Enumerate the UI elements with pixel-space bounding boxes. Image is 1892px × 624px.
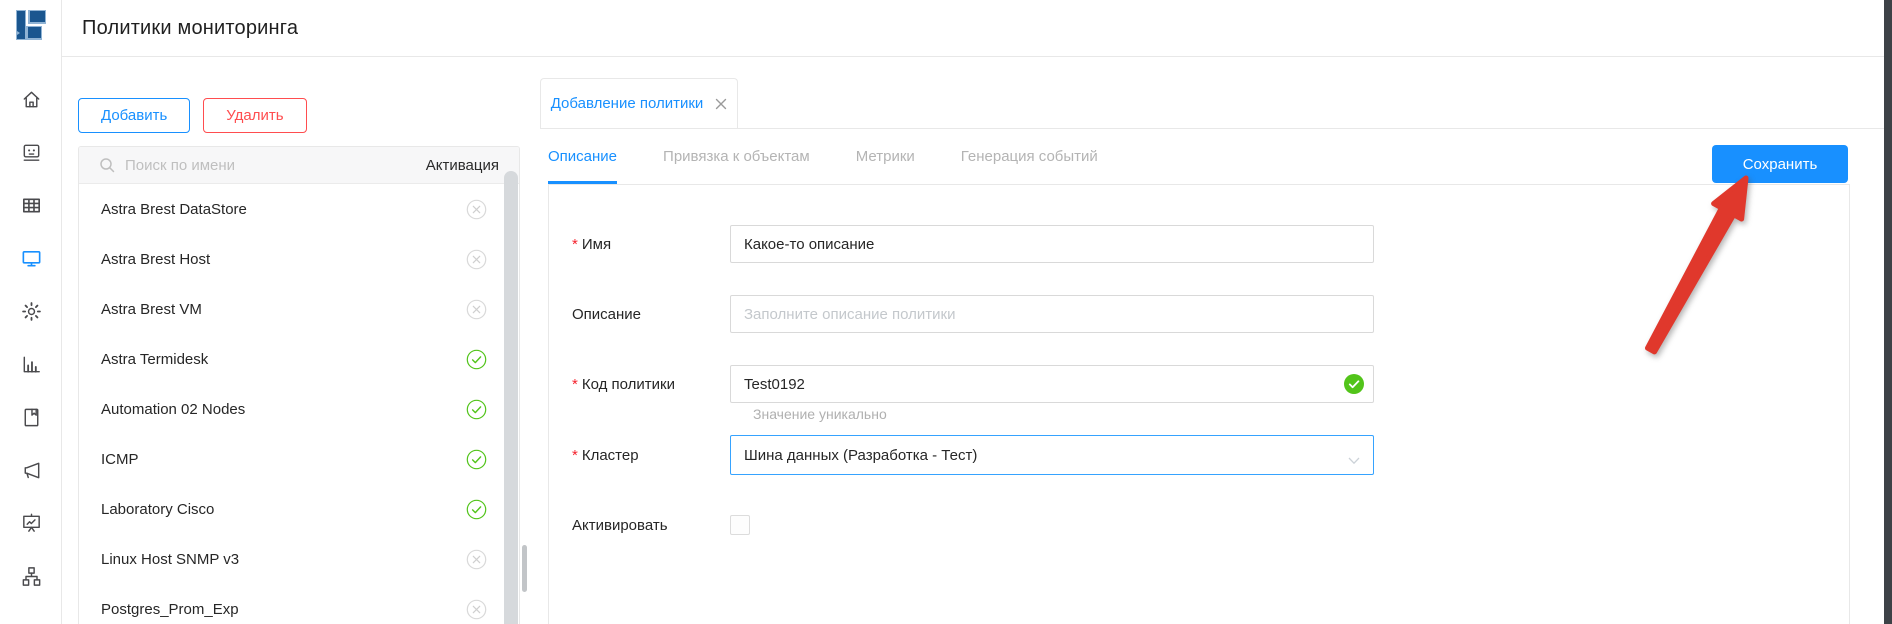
- form-row-description: Описание: [572, 295, 1374, 333]
- sidebar-nav: [0, 88, 62, 588]
- policy-row[interactable]: Astra Brest DataStore: [79, 184, 519, 234]
- policy-row[interactable]: Astra Brest VM: [79, 284, 519, 334]
- app-screen: Политики мониторинга Добавить Удалить Ак…: [0, 0, 1892, 624]
- form-row-code: * Код политики: [572, 365, 1374, 403]
- cluster-select[interactable]: Шина данных (Разработка - Тест): [730, 435, 1374, 475]
- status-active-icon[interactable]: [466, 499, 487, 520]
- policies-panel: Добавить Удалить Активация Astra Brest D…: [78, 90, 520, 624]
- page-title: Политики мониторинга: [82, 16, 299, 39]
- status-active-icon[interactable]: [466, 449, 487, 470]
- name-label: * Имя: [572, 235, 612, 253]
- home-icon[interactable]: [20, 88, 43, 111]
- tab-add-policy-label: Добавление политики: [550, 95, 704, 112]
- policy-name: Laboratory Cisco: [101, 500, 215, 518]
- cluster-select-value: Шина данных (Разработка - Тест): [744, 446, 978, 464]
- policy-name: Automation 02 Nodes: [101, 400, 246, 418]
- form-row-cluster: * Кластер Шина данных (Разработка - Тест): [572, 435, 1374, 475]
- announcements-megaphone-icon[interactable]: [20, 459, 43, 482]
- cluster-label: * Кластер: [572, 446, 639, 464]
- code-helper-text: Значение уникально: [753, 406, 887, 422]
- bar-chart-icon[interactable]: [20, 353, 43, 376]
- status-inactive-icon[interactable]: [466, 249, 487, 270]
- presentation-chart-icon[interactable]: [20, 512, 43, 535]
- status-active-icon[interactable]: [466, 399, 487, 420]
- save-button[interactable]: Сохранить: [1712, 145, 1848, 183]
- delete-button[interactable]: Удалить: [203, 98, 307, 133]
- valid-check-icon: [1344, 374, 1364, 394]
- policy-name: Astra Brest VM: [101, 300, 202, 318]
- policy-row[interactable]: Automation 02 Nodes: [79, 384, 519, 434]
- policy-name: Astra Brest DataStore: [101, 200, 247, 218]
- policy-row[interactable]: Astra Brest Host: [79, 234, 519, 284]
- form-row-name: * Имя: [572, 225, 1374, 263]
- tab-add-policy[interactable]: Добавление политики: [540, 78, 738, 128]
- add-button[interactable]: Добавить: [78, 98, 191, 133]
- policy-row[interactable]: ICMP: [79, 434, 519, 484]
- settings-gear-icon[interactable]: [20, 300, 43, 323]
- status-inactive-icon[interactable]: [466, 199, 487, 220]
- required-asterisk: *: [572, 446, 578, 464]
- console-face-icon[interactable]: [20, 141, 43, 164]
- required-asterisk: *: [572, 375, 578, 393]
- code-label: * Код политики: [572, 375, 675, 393]
- status-active-icon[interactable]: [466, 349, 487, 370]
- search-input[interactable]: [125, 156, 335, 174]
- activate-checkbox[interactable]: [730, 515, 750, 535]
- status-inactive-icon[interactable]: [466, 599, 487, 620]
- subtabs: Описание Привязка к объектам Метрики Генера…: [548, 129, 1098, 184]
- status-inactive-icon[interactable]: [466, 549, 487, 570]
- search-icon: [99, 157, 115, 173]
- description-form-card: *Имя Описание *Код политики: [548, 184, 1850, 624]
- policy-name: Linux Host SNMP v3: [101, 550, 240, 568]
- name-field[interactable]: [730, 225, 1374, 263]
- policy-list-rows: Astra Brest DataStore Astra Brest Host Ast…: [79, 184, 519, 624]
- policy-row[interactable]: Postgres_Prom_Exp: [79, 584, 519, 624]
- icon-sidebar: [0, 0, 62, 624]
- close-tab-icon[interactable]: [715, 98, 727, 110]
- list-header-row: Активация: [79, 147, 519, 184]
- activation-column-header: Активация: [425, 156, 499, 174]
- activate-label: Активировать: [572, 516, 668, 534]
- required-asterisk: *: [572, 235, 578, 253]
- policy-name: Astra Brest Host: [101, 250, 211, 268]
- app-header: Политики мониторинга: [62, 0, 1884, 57]
- monitors-icon[interactable]: [20, 247, 43, 270]
- policy-name: Postgres_Prom_Exp: [101, 600, 239, 618]
- topology-sitemap-icon[interactable]: [20, 565, 43, 588]
- subtab-3[interactable]: Метрики: [856, 129, 915, 184]
- policy-row[interactable]: Laboratory Cisco: [79, 484, 519, 534]
- main-area: Добавление политики Описание Привязка к о…: [540, 78, 1884, 624]
- policies-list: Активация Astra Brest DataStoreAstra Bre…: [78, 146, 520, 624]
- list-scrollbar-thumb[interactable]: [504, 171, 518, 624]
- policy-name: Astra Termidesk: [101, 350, 209, 368]
- subtab-2[interactable]: Привязка к объектам: [663, 129, 810, 184]
- subtab-1[interactable]: Описание: [548, 129, 618, 184]
- status-inactive-icon[interactable]: [466, 299, 487, 320]
- app-logo-icon[interactable]: [14, 8, 48, 42]
- description-label: Описание: [572, 305, 642, 323]
- description-field[interactable]: [730, 295, 1374, 333]
- table-icon[interactable]: [20, 194, 43, 217]
- policy-row[interactable]: Astra Termidesk: [79, 334, 519, 384]
- form-row-activate: Активировать: [572, 515, 750, 535]
- journal-book-icon[interactable]: [20, 406, 43, 429]
- outer-scrollbar-thumb[interactable]: [522, 545, 527, 592]
- code-field[interactable]: [730, 365, 1374, 403]
- chevron-down-icon: [1348, 452, 1360, 469]
- screen-right-edge: [1884, 0, 1892, 624]
- policy-name: ICMP: [101, 450, 139, 468]
- policy-row[interactable]: Linux Host SNMP v3: [79, 534, 519, 584]
- panel-buttons: Добавить Удалить: [78, 98, 520, 133]
- subtab-4[interactable]: Генерация событий: [961, 129, 1098, 184]
